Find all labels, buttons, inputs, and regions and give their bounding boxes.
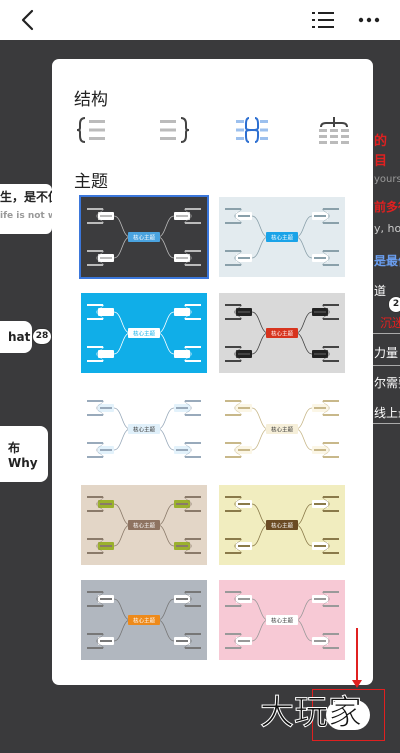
svg-text:核心主题: 核心主题 xyxy=(271,426,294,434)
right-text-1: 的 xyxy=(374,134,388,149)
theme-option-8[interactable]: 核心主题 xyxy=(219,485,345,565)
structure-left-icon xyxy=(76,117,105,143)
left-node-what[interactable]: hat xyxy=(0,321,32,353)
structure-org-chart-icon xyxy=(319,117,349,144)
watermark-logo: 大玩家 xyxy=(258,690,388,734)
top-bar xyxy=(0,0,400,40)
svg-text:核心主题: 核心主题 xyxy=(271,234,294,242)
right-divider-3 xyxy=(373,423,400,424)
left-text-1: 生，是不值 xyxy=(0,190,61,204)
structure-right-option[interactable] xyxy=(154,115,194,145)
svg-text:核心主题: 核心主题 xyxy=(133,426,156,434)
theme-option-6[interactable]: 核心主题 xyxy=(219,389,345,469)
outline-list-icon[interactable] xyxy=(308,0,338,40)
more-dots-icon[interactable] xyxy=(354,0,384,40)
structure-title: 结构 xyxy=(74,90,108,110)
theme-option-4[interactable]: 核心主题 xyxy=(219,293,345,373)
right-text-3: yours. xyxy=(374,174,400,185)
right-text-10: 尔需要 xyxy=(374,376,400,390)
right-divider-1 xyxy=(373,333,400,334)
theme-option-1[interactable]: 核心主题 xyxy=(79,195,209,279)
theme-title: 主题 xyxy=(74,172,108,192)
left-node-why[interactable]: 布 Why xyxy=(0,426,48,482)
svg-text:核心主题: 核心主题 xyxy=(271,617,294,625)
svg-text:核心主题: 核心主题 xyxy=(271,522,294,530)
right-text-11: 线上最 xyxy=(374,406,400,420)
red-arrow-line xyxy=(356,628,358,684)
right-text-8: 沉迷 xyxy=(380,316,400,330)
structure-balanced-option[interactable] xyxy=(232,115,272,145)
theme-option-2[interactable]: 核心主题 xyxy=(219,197,345,277)
structure-balanced-icon xyxy=(236,117,268,143)
left-node-1[interactable]: 生，是不值 ife is not wor xyxy=(0,184,67,234)
right-text-9: 力量 xyxy=(374,346,399,360)
theme-option-10[interactable]: 核心主题 xyxy=(219,580,345,660)
right-text-2: 目 xyxy=(374,154,388,169)
count-badge[interactable]: 28 xyxy=(32,328,52,345)
theme-option-3[interactable]: 核心主题 xyxy=(81,293,207,373)
right-text-6: 是最佳 xyxy=(374,254,400,268)
style-panel: 结构 主题 核心主题 核心主题 核心主题 核心主题 核心主题 核心主题 核心主题 核心主题 xyxy=(52,59,373,685)
svg-text:核心主题: 核心主题 xyxy=(133,330,156,338)
left-text-2: ife is not wor xyxy=(0,211,67,221)
back-arrow-icon[interactable] xyxy=(14,0,44,40)
right-divider-2 xyxy=(373,365,400,366)
svg-text:核心主题: 核心主题 xyxy=(133,617,156,625)
structure-left-option[interactable] xyxy=(72,115,112,145)
left-node-what-label: hat xyxy=(8,330,31,344)
right-text-5: y, how xyxy=(374,222,400,235)
svg-text:核心主题: 核心主题 xyxy=(133,522,156,530)
right-text-7: 道 xyxy=(374,284,387,298)
watermark-text: 大玩家 xyxy=(260,693,362,733)
theme-option-7[interactable]: 核心主题 xyxy=(81,485,207,565)
theme-option-5[interactable]: 核心主题 xyxy=(81,389,207,469)
svg-text:核心主题: 核心主题 xyxy=(271,330,294,338)
left-node-why-label: 布 Why xyxy=(8,440,38,470)
structure-org-chart-option[interactable] xyxy=(314,115,354,145)
right-text-4: 前多得 xyxy=(374,200,400,214)
theme-option-9[interactable]: 核心主题 xyxy=(81,580,207,660)
right-count-badge[interactable]: 2 xyxy=(388,296,400,313)
red-arrow-head xyxy=(352,680,362,688)
structure-right-icon xyxy=(160,117,190,143)
svg-text:核心主题: 核心主题 xyxy=(133,234,156,242)
